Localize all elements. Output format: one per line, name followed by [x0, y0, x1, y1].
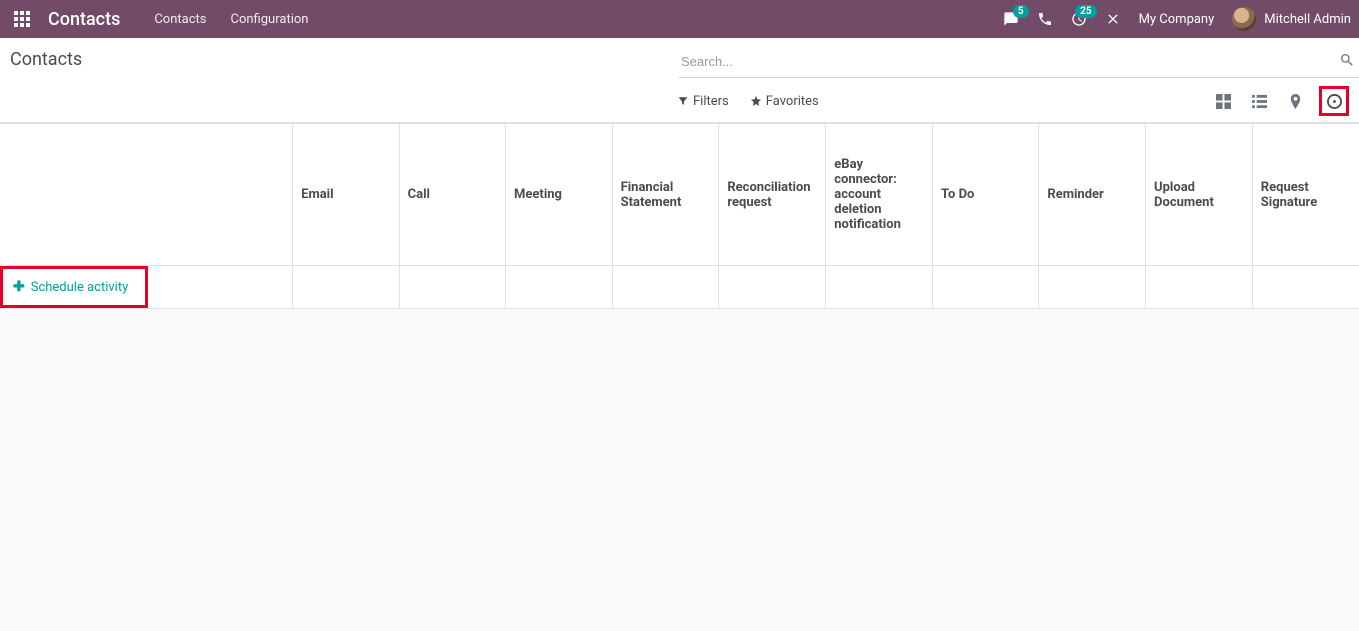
- brand-title[interactable]: Contacts: [48, 9, 120, 30]
- col-todo[interactable]: To Do: [933, 124, 1039, 266]
- activity-wrap: Email Call Meeting Financial Statement R…: [0, 123, 1359, 309]
- view-map[interactable]: [1283, 89, 1307, 113]
- activities-icon[interactable]: 25: [1071, 11, 1087, 27]
- search-icon: [1339, 52, 1355, 68]
- header-row: Email Call Meeting Financial Statement R…: [0, 124, 1359, 266]
- list-icon: [1252, 94, 1267, 109]
- col-ebay[interactable]: eBay connector: account deletion notific…: [826, 124, 933, 266]
- view-switcher: [1211, 86, 1349, 116]
- col-call[interactable]: Call: [399, 124, 505, 266]
- nav-right: 5 25 My Company Mitchell Admin: [1003, 7, 1351, 31]
- empty-cell: [933, 266, 1039, 309]
- view-kanban[interactable]: [1211, 89, 1235, 113]
- empty-cell: [399, 266, 505, 309]
- empty-cell: [1146, 266, 1253, 309]
- search-input[interactable]: [679, 48, 1335, 75]
- empty-cell: [719, 266, 826, 309]
- schedule-cell: ✚ Schedule activity: [0, 266, 293, 309]
- search-area: [679, 46, 1359, 78]
- nav-menu-configuration[interactable]: Configuration: [231, 12, 309, 27]
- empty-cell: [826, 266, 933, 309]
- schedule-activity-button[interactable]: ✚ Schedule activity: [0, 266, 148, 308]
- view-activity[interactable]: [1319, 86, 1349, 116]
- schedule-row: ✚ Schedule activity: [0, 266, 1359, 309]
- view-list[interactable]: [1247, 89, 1271, 113]
- map-pin-icon: [1288, 94, 1303, 109]
- col-financial[interactable]: Financial Statement: [612, 124, 719, 266]
- control-panel: Contacts Filters Favorites: [0, 38, 1359, 123]
- col-reminder[interactable]: Reminder: [1039, 124, 1146, 266]
- cp-row1: Contacts: [0, 38, 1359, 80]
- apps-icon[interactable]: [8, 5, 36, 33]
- cp-row2: Filters Favorites: [0, 80, 1359, 122]
- navbar: Contacts Contacts Configuration 5 25 My …: [0, 0, 1359, 38]
- phone-icon[interactable]: [1037, 11, 1053, 27]
- empty-cell: [612, 266, 719, 309]
- nav-menu-contacts[interactable]: Contacts: [154, 12, 206, 27]
- activity-table: Email Call Meeting Financial Statement R…: [0, 123, 1359, 309]
- clock-icon: [1327, 94, 1342, 109]
- company-name[interactable]: My Company: [1139, 12, 1215, 27]
- star-icon: [751, 96, 761, 106]
- filter-icon: [678, 96, 688, 106]
- user-menu[interactable]: Mitchell Admin: [1232, 7, 1351, 31]
- filters-label: Filters: [693, 94, 729, 109]
- col-upload[interactable]: Upload Document: [1146, 124, 1253, 266]
- plus-icon: ✚: [13, 279, 25, 295]
- col-signature[interactable]: Request Signature: [1252, 124, 1359, 266]
- schedule-label: Schedule activity: [31, 280, 129, 295]
- kanban-icon: [1216, 94, 1231, 109]
- filter-bar: Filters Favorites: [678, 94, 819, 109]
- empty-cell: [1039, 266, 1146, 309]
- messages-badge: 5: [1013, 5, 1029, 18]
- col-reconciliation[interactable]: Reconciliation request: [719, 124, 826, 266]
- tools-icon[interactable]: [1105, 11, 1121, 27]
- breadcrumb: Contacts: [0, 49, 82, 70]
- favorites-label: Favorites: [766, 94, 819, 109]
- empty-cell: [506, 266, 613, 309]
- filters-button[interactable]: Filters: [678, 94, 729, 109]
- col-meeting[interactable]: Meeting: [506, 124, 613, 266]
- header-empty: [0, 124, 293, 266]
- messages-icon[interactable]: 5: [1003, 11, 1019, 27]
- col-email[interactable]: Email: [293, 124, 399, 266]
- user-name: Mitchell Admin: [1264, 12, 1351, 27]
- empty-cell: [293, 266, 399, 309]
- avatar: [1232, 7, 1256, 31]
- search-button[interactable]: [1335, 48, 1359, 75]
- favorites-button[interactable]: Favorites: [751, 94, 819, 109]
- nav-menu: Contacts Configuration: [154, 12, 308, 27]
- nav-left: Contacts Contacts Configuration: [8, 5, 308, 33]
- empty-cell: [1252, 266, 1359, 309]
- activities-badge: 25: [1075, 5, 1096, 18]
